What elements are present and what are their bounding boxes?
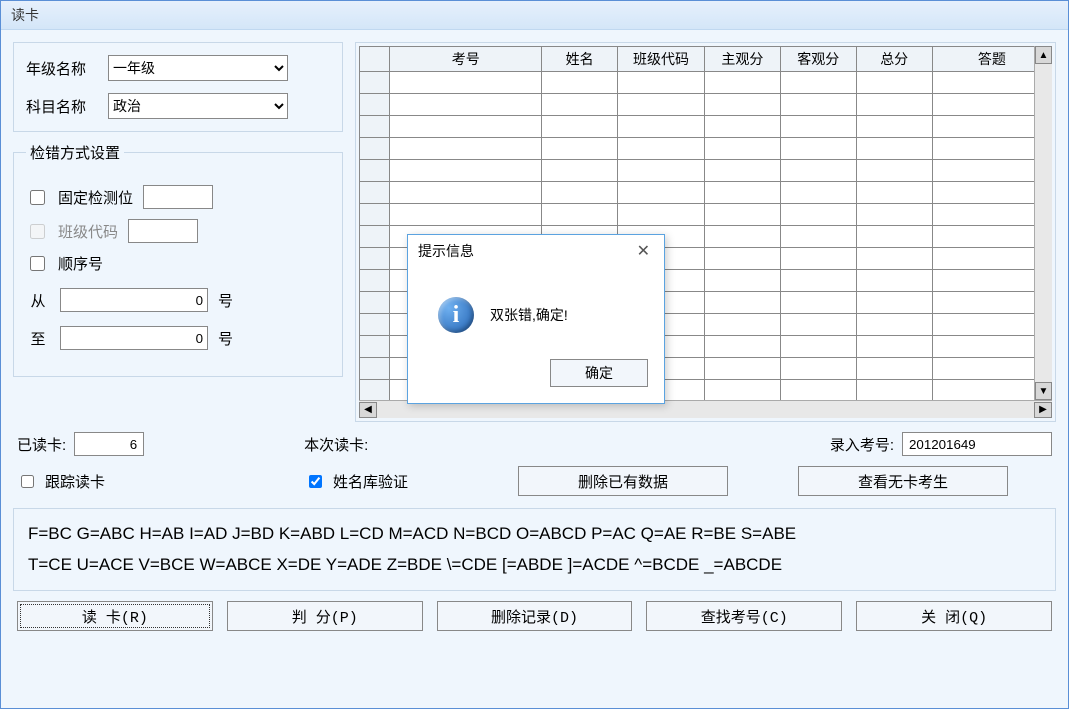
window-title: 读卡 [11,7,39,23]
code-line-2: T=CE U=ACE V=BCE W=ABCE X=DE Y=ADE Z=BDE… [28,550,1041,581]
col-total: 总分 [856,47,932,72]
read-count-label: 已读卡: [17,434,66,455]
scroll-down-icon[interactable]: ▼ [1035,382,1052,400]
scroll-left-icon[interactable]: ◀ [359,402,377,418]
rownum-header [360,47,390,72]
table-row[interactable] [360,138,1052,160]
grade-select[interactable]: 一年级 [108,55,288,81]
judge-button[interactable]: 判 分(P) [227,601,423,631]
to-input[interactable] [60,326,208,350]
table-row[interactable] [360,116,1052,138]
class-checkbox [30,224,45,239]
col-exam-id: 考号 [390,47,542,72]
table-row[interactable] [360,204,1052,226]
fixed-checkbox[interactable] [30,190,45,205]
subject-label: 科目名称 [26,96,96,117]
subject-select[interactable]: 政治 [108,93,288,119]
read-card-button[interactable]: 读 卡(R) [17,601,213,631]
delete-data-button[interactable]: 删除已有数据 [518,466,728,496]
selection-panel: 年级名称 一年级 科目名称 政治 [13,42,343,132]
input-id-label: 录入考号: [830,434,894,455]
verify-label: 姓名库验证 [333,471,408,492]
fixed-label: 固定检测位 [58,187,133,208]
vertical-scrollbar[interactable]: ▲ ▼ [1034,46,1052,400]
col-obj: 客观分 [780,47,856,72]
dialog-title-text: 提示信息 [418,241,474,261]
title-bar: 读卡 [1,1,1068,30]
table-row[interactable] [360,72,1052,94]
find-id-button[interactable]: 查找考号(C) [646,601,842,631]
from-input[interactable] [60,288,208,312]
dialog-ok-button[interactable]: 确定 [550,359,648,387]
code-line-1: F=BC G=ABC H=AB I=AD J=BD K=ABD L=CD M=A… [28,519,1041,550]
table-row[interactable] [360,182,1052,204]
view-nocard-button[interactable]: 查看无卡考生 [798,466,1008,496]
scroll-right-icon[interactable]: ▶ [1034,402,1052,418]
class-label: 班级代码 [58,221,118,242]
dialog-message: 双张错,确定! [490,305,568,325]
col-sub: 主观分 [704,47,780,72]
to-label: 至 [26,328,50,349]
read-count-value [74,432,144,456]
from-label: 从 [26,290,50,311]
from-unit: 号 [218,290,233,311]
fixed-input[interactable] [143,185,213,209]
col-name: 姓名 [542,47,618,72]
scroll-up-icon[interactable]: ▲ [1035,46,1052,64]
table-row[interactable] [360,160,1052,182]
info-dialog: 提示信息 ✕ i 双张错,确定! 确定 [407,234,665,404]
close-button[interactable]: 关 闭(Q) [856,601,1052,631]
verify-checkbox[interactable] [309,475,322,488]
seq-label: 顺序号 [58,253,103,274]
code-reference-panel: F=BC G=ABC H=AB I=AD J=BD K=ABD L=CD M=A… [13,508,1056,591]
check-settings-panel: 检错方式设置 固定检测位 班级代码 顺序号 [13,142,343,377]
to-unit: 号 [218,328,233,349]
info-icon: i [438,297,474,333]
track-label: 跟踪读卡 [45,471,105,492]
delete-record-button[interactable]: 删除记录(D) [437,601,633,631]
class-input[interactable] [128,219,198,243]
seq-checkbox[interactable] [30,256,45,271]
table-row[interactable] [360,94,1052,116]
check-settings-legend: 检错方式设置 [26,142,124,163]
close-icon[interactable]: ✕ [633,241,654,261]
track-checkbox[interactable] [21,475,34,488]
col-class: 班级代码 [618,47,705,72]
grade-label: 年级名称 [26,58,96,79]
input-id-field[interactable] [902,432,1052,456]
this-read-label: 本次读卡: [304,434,368,455]
